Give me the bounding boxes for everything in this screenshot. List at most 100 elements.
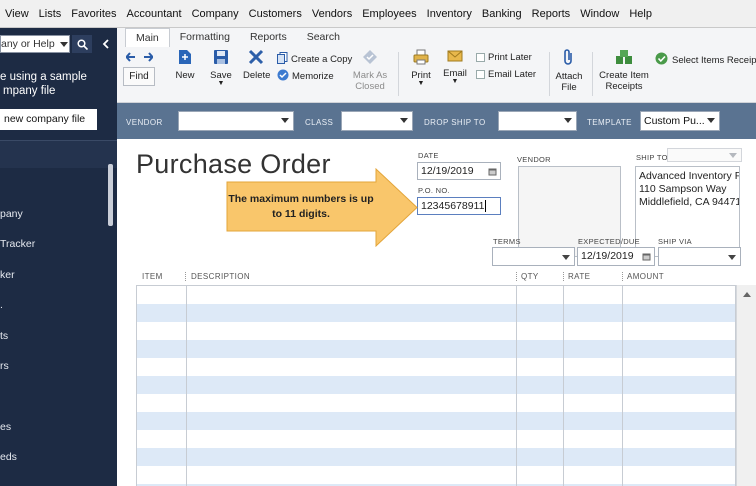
callout-line: The maximum numbers is up [228, 193, 374, 205]
create-item-receipts-button[interactable]: Create Item Receipts [598, 49, 650, 92]
search-icon[interactable] [72, 35, 92, 53]
menu-help[interactable]: Help [624, 8, 657, 20]
nav-item-6[interactable]: rs [0, 360, 9, 372]
ship-to-dropdown[interactable] [667, 148, 742, 162]
table-row[interactable] [137, 322, 735, 340]
delete-button[interactable]: Delete [243, 49, 270, 81]
menu-lists[interactable]: Lists [34, 8, 67, 20]
column-line [186, 286, 187, 486]
prev-record-icon[interactable] [125, 52, 136, 65]
form-header-bar: VENDOR CLASS DROP SHIP TO TEMPLATE Custo… [117, 103, 756, 139]
next-record-icon[interactable] [143, 52, 154, 65]
ribbon-toolbar: Main Formatting Reports Search Find New … [117, 28, 756, 103]
menu-banking[interactable]: Banking [477, 8, 527, 20]
tab-formatting[interactable]: Formatting [170, 28, 240, 47]
column-divider[interactable] [563, 272, 564, 281]
column-line [516, 286, 517, 486]
template-value: Custom Pu... [644, 115, 705, 127]
nav-item-7[interactable]: es [0, 421, 11, 433]
class-dropdown[interactable] [341, 111, 413, 131]
table-row[interactable] [137, 304, 735, 322]
drop-ship-to-dropdown[interactable] [498, 111, 577, 131]
menu-company[interactable]: Company [187, 8, 244, 20]
attach-label-1: Attach [555, 71, 583, 82]
search-dropdown-icon[interactable] [58, 35, 70, 53]
select-items-receipt-label: Select Items Receipt [672, 54, 756, 66]
mark-closed-label-2: Closed [355, 81, 385, 92]
ship-via-dropdown[interactable] [658, 247, 741, 266]
table-row[interactable] [137, 358, 735, 376]
mark-as-closed-button[interactable]: Mark As Closed [350, 49, 390, 92]
menu-window[interactable]: Window [575, 8, 624, 20]
vendor-label: VENDOR [126, 118, 163, 127]
find-button[interactable]: Find [123, 67, 155, 86]
menu-accountant[interactable]: Accountant [122, 8, 187, 20]
drop-ship-to-label: DROP SHIP TO [424, 118, 486, 127]
new-button[interactable]: New [175, 49, 195, 81]
tab-reports[interactable]: Reports [240, 28, 297, 47]
chevron-down-icon [400, 118, 408, 123]
create-receipts-label-2: Receipts [605, 81, 643, 92]
nav-scrollbar[interactable] [108, 164, 113, 226]
collapse-nav-icon[interactable] [96, 35, 114, 53]
nav-item-8[interactable]: eds [0, 451, 17, 463]
table-row[interactable] [137, 466, 735, 484]
menu-customers[interactable]: Customers [244, 8, 307, 20]
email-envelope-icon [442, 49, 468, 66]
template-dropdown[interactable]: Custom Pu... [640, 111, 720, 131]
ship-to-line: Advanced Inventory File [639, 170, 739, 182]
select-items-receipt-button[interactable]: Select Items Receipt [655, 52, 756, 68]
new-company-file-button[interactable]: new company file [0, 109, 97, 130]
col-rate[interactable]: RATE [568, 272, 590, 281]
menu-favorites[interactable]: Favorites [66, 8, 121, 20]
menu-reports[interactable]: Reports [527, 8, 576, 20]
col-qty[interactable]: QTY [521, 272, 539, 281]
expected-date-field[interactable]: 12/19/2019 [577, 247, 655, 266]
po-number-label: P.O. NO. [418, 186, 450, 195]
po-number-field[interactable]: 12345678911 [417, 197, 501, 215]
nav-section-header [0, 141, 117, 168]
tab-search[interactable]: Search [297, 28, 350, 47]
terms-dropdown[interactable] [492, 247, 575, 266]
column-divider[interactable] [622, 272, 623, 281]
table-row[interactable] [137, 448, 735, 466]
menu-employees[interactable]: Employees [357, 8, 421, 20]
table-row[interactable] [137, 340, 735, 358]
memorize-button[interactable]: Memorize [277, 69, 334, 84]
email-button[interactable]: Email ▼ [442, 49, 468, 85]
col-description[interactable]: DESCRIPTION [191, 272, 250, 281]
table-row[interactable] [137, 286, 735, 304]
nav-item-5[interactable]: ts [0, 330, 8, 342]
print-later-checkbox[interactable]: Print Later [476, 52, 532, 63]
attach-label-2: File [561, 82, 577, 93]
nav-item-4[interactable]: . [0, 299, 3, 311]
menu-inventory[interactable]: Inventory [422, 8, 477, 20]
attach-file-button[interactable]: Attach File [553, 49, 585, 93]
nav-item-tracker-2[interactable]: ker [0, 269, 15, 281]
calendar-icon[interactable] [642, 252, 651, 264]
menu-vendors[interactable]: Vendors [307, 8, 357, 20]
scroll-up-icon[interactable] [743, 288, 751, 300]
table-row[interactable] [137, 412, 735, 430]
vendor-dropdown[interactable] [178, 111, 294, 131]
col-item[interactable]: ITEM [142, 272, 163, 281]
table-scrollbar[interactable] [736, 285, 756, 486]
column-divider[interactable] [185, 272, 186, 281]
column-divider[interactable] [516, 272, 517, 281]
calendar-icon[interactable] [488, 167, 497, 179]
table-row[interactable] [137, 394, 735, 412]
save-button[interactable]: Save ▼ [209, 49, 233, 87]
print-button[interactable]: Print ▼ [409, 49, 433, 87]
tab-main[interactable]: Main [125, 28, 170, 47]
col-amount[interactable]: AMOUNT [627, 272, 664, 281]
create-copy-button[interactable]: Create a Copy [277, 52, 352, 67]
ship-via-label: SHIP VIA [658, 237, 692, 246]
nav-item-company[interactable]: pany [0, 208, 23, 220]
date-field[interactable]: 12/19/2019 [417, 162, 501, 180]
table-row[interactable] [137, 376, 735, 394]
nav-item-tracker[interactable]: Tracker [0, 238, 35, 250]
menu-view[interactable]: View [0, 8, 34, 20]
table-row[interactable] [137, 430, 735, 448]
email-later-checkbox[interactable]: Email Later [476, 69, 536, 80]
expected-date-value: 12/19/2019 [581, 250, 634, 262]
